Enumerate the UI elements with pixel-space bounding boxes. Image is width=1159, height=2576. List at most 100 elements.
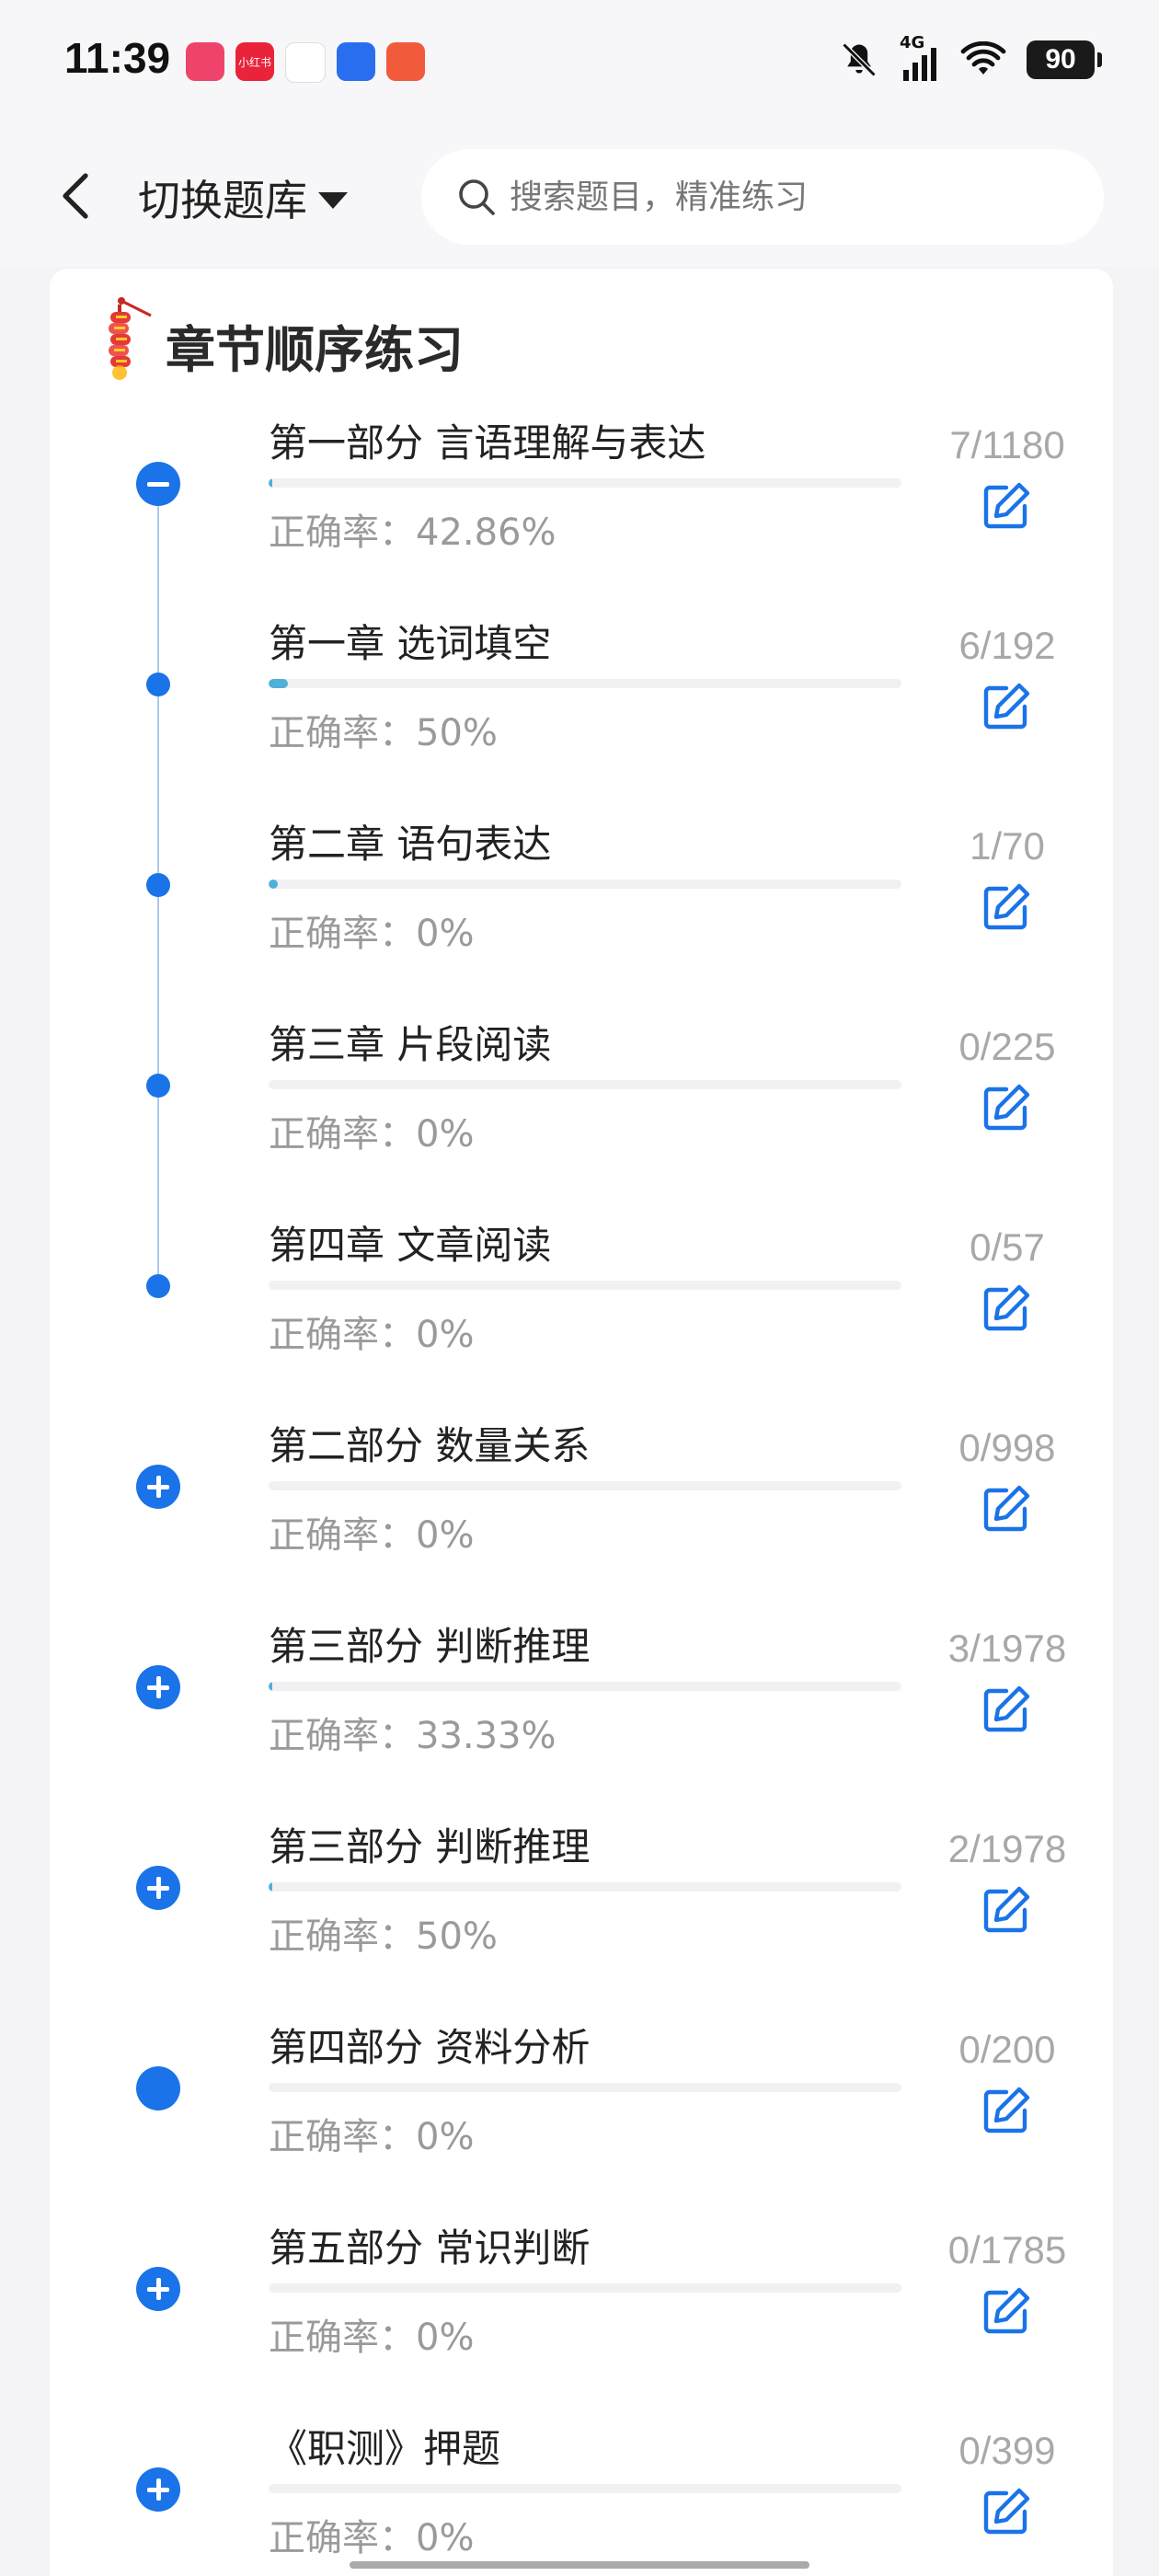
- app-icon-3: [285, 42, 326, 83]
- chapter-title: 第四章 文章阅读: [269, 1223, 552, 1268]
- chapter-row[interactable]: 第一部分 言语理解与表达正确率：42.86% 7/1180: [0, 405, 1159, 605]
- switch-question-bank-button[interactable]: 切换题库: [138, 166, 348, 230]
- section-title: 章节顺序练习: [166, 321, 464, 379]
- question-count: 7/1180: [949, 423, 1065, 466]
- app-icon-1: [186, 42, 224, 81]
- accuracy-text: 正确率：33.33%: [269, 1715, 557, 1757]
- chapter-title: 第三部分 判断推理: [269, 1624, 591, 1669]
- notification-app-icons: 小红书: [186, 42, 425, 83]
- progress-bar: [269, 679, 901, 688]
- chapter-row[interactable]: 第五部分 常识判断正确率：0% 0/1785: [0, 2210, 1159, 2410]
- question-count: 0/200: [958, 2028, 1056, 2071]
- chapter-row[interactable]: 第三部分 判断推理 正确率：50% 2/1978: [0, 1809, 1159, 2009]
- edit-practice-button[interactable]: [981, 881, 1032, 933]
- question-count: 3/1978: [947, 1627, 1067, 1670]
- chapter-row[interactable]: 第三部分 判断推理 正确率：33.33% 3/1978: [0, 1608, 1159, 1809]
- home-indicator[interactable]: [350, 2561, 809, 2569]
- edit-icon: [983, 2287, 1030, 2334]
- back-button[interactable]: [48, 164, 103, 228]
- edit-icon: [983, 883, 1030, 930]
- chapter-row[interactable]: 第二部分 数量关系 正确率：0% 0/998: [0, 1408, 1159, 1608]
- progress-fill: [269, 1882, 273, 1892]
- search-input[interactable]: [508, 177, 1063, 217]
- accuracy-text: 正确率：0%: [269, 1314, 475, 1356]
- progress-bar: [269, 1682, 901, 1691]
- collapse-minus-icon[interactable]: [136, 462, 180, 506]
- expand-plus-icon[interactable]: [136, 2467, 180, 2512]
- progress-fill: [269, 679, 289, 688]
- progress-fill: [269, 880, 278, 889]
- chapter-row[interactable]: 第一章 选词填空 正确率：50% 6/192: [0, 605, 1159, 806]
- question-count: 1/70: [970, 824, 1045, 868]
- expand-plus-icon[interactable]: [136, 1665, 180, 1709]
- progress-bar: [269, 478, 901, 488]
- chapter-title: 第三部分 判断推理: [269, 1824, 591, 1869]
- search-bar[interactable]: [421, 149, 1104, 245]
- chapter-title: 第一部分 言语理解与表达: [269, 420, 706, 466]
- expand-plus-icon[interactable]: [136, 2267, 180, 2311]
- edit-practice-button[interactable]: [981, 2486, 1032, 2537]
- filled-circle-icon[interactable]: [136, 2066, 180, 2110]
- chapter-title: 第一章 选词填空: [269, 621, 552, 666]
- chapter-title: 第五部分 常识判断: [269, 2225, 591, 2271]
- edit-icon: [983, 1485, 1030, 1532]
- expand-plus-icon[interactable]: [136, 1465, 180, 1509]
- search-icon: [459, 179, 495, 215]
- question-count: 0/1785: [947, 2228, 1067, 2271]
- edit-icon: [983, 683, 1030, 730]
- edit-icon: [983, 2488, 1030, 2535]
- app-icon-5: [386, 42, 425, 81]
- edit-icon: [983, 2087, 1030, 2133]
- question-count: 6/192: [958, 624, 1056, 667]
- cellular-signal-icon: 4G: [900, 33, 940, 83]
- page: 11:39 小红书 4G 90 切换题库 搜索题目，精准练习 章节顺序练习 第一…: [0, 0, 1159, 2576]
- timeline-dot-icon: [136, 863, 180, 907]
- timeline-dot-icon: [136, 662, 180, 707]
- status-indicators: 4G 90: [839, 33, 1102, 83]
- caret-down-icon: [318, 192, 348, 209]
- progress-bar: [269, 880, 901, 889]
- edit-practice-button[interactable]: [981, 2285, 1032, 2337]
- edit-icon: [983, 1284, 1030, 1331]
- question-count: 0/225: [958, 1025, 1056, 1068]
- progress-bar: [269, 1481, 901, 1490]
- accuracy-text: 正确率：0%: [269, 913, 475, 955]
- chapter-row[interactable]: 第四章 文章阅读 正确率：0% 0/57: [0, 1207, 1159, 1408]
- progress-bar: [269, 2083, 901, 2092]
- progress-fill: [269, 478, 273, 488]
- accuracy-text: 正确率：42.86%: [269, 512, 557, 554]
- battery-indicator: 90: [1027, 40, 1102, 79]
- progress-bar: [269, 1080, 901, 1089]
- progress-bar: [269, 1281, 901, 1290]
- chevron-left-icon: [63, 173, 88, 219]
- mute-icon: [839, 37, 879, 83]
- chapter-title: 第三章 片段阅读: [269, 1022, 552, 1067]
- edit-practice-button[interactable]: [981, 1884, 1032, 1936]
- switch-question-bank-label: 切换题库: [138, 176, 307, 225]
- accuracy-text: 正确率：0%: [269, 1514, 475, 1557]
- edit-practice-button[interactable]: [981, 1282, 1032, 1334]
- accuracy-text: 正确率：50%: [269, 1915, 498, 1958]
- chapter-title: 第二部分 数量关系: [269, 1423, 591, 1468]
- edit-practice-button[interactable]: [981, 1483, 1032, 1535]
- edit-icon: [983, 1685, 1030, 1732]
- edit-practice-button[interactable]: [981, 2085, 1032, 2136]
- status-bar: 11:39 小红书 4G 90: [0, 0, 1159, 129]
- edit-icon: [983, 1886, 1030, 1933]
- edit-practice-button[interactable]: [981, 1684, 1032, 1735]
- accuracy-text: 正确率：0%: [269, 2317, 475, 2359]
- question-count: 2/1978: [947, 1827, 1067, 1870]
- chapter-row[interactable]: 《职测》押题 正确率：0% 0/399: [0, 2410, 1159, 2576]
- chapter-row[interactable]: 第四部分 资料分析 正确率：0% 0/200: [0, 2009, 1159, 2210]
- network-type: 4G: [900, 33, 925, 52]
- chapter-row[interactable]: 第三章 片段阅读 正确率：0% 0/225: [0, 1006, 1159, 1207]
- section-header: 章节顺序练习: [103, 296, 464, 382]
- progress-bar: [269, 2283, 901, 2293]
- edit-practice-button[interactable]: [981, 681, 1032, 732]
- status-time: 11:39: [64, 34, 171, 82]
- question-count: 0/399: [958, 2429, 1056, 2472]
- edit-practice-button[interactable]: [981, 1082, 1032, 1133]
- expand-plus-icon[interactable]: [136, 1866, 180, 1910]
- edit-practice-button[interactable]: [981, 480, 1032, 532]
- chapter-row[interactable]: 第二章 语句表达 正确率：0% 1/70: [0, 806, 1159, 1006]
